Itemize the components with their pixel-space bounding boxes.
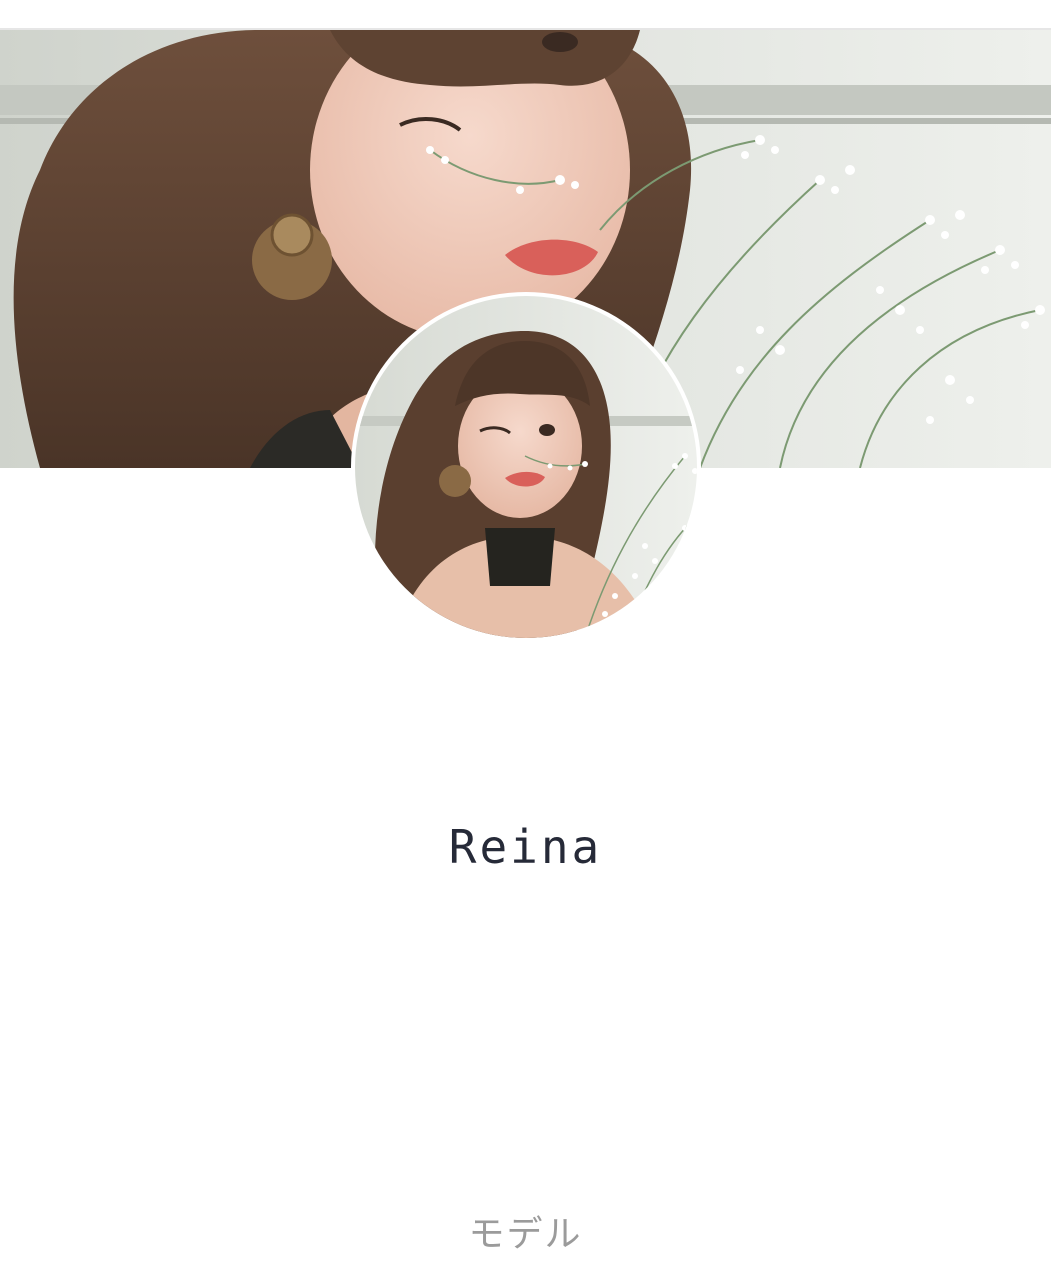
avatar-photo-image	[355, 296, 697, 638]
profile-occupation: モデル	[468, 1214, 583, 1255]
profile-avatar[interactable]	[351, 292, 701, 642]
profile-name: Reina	[448, 820, 603, 874]
avatar-photo	[355, 296, 697, 638]
